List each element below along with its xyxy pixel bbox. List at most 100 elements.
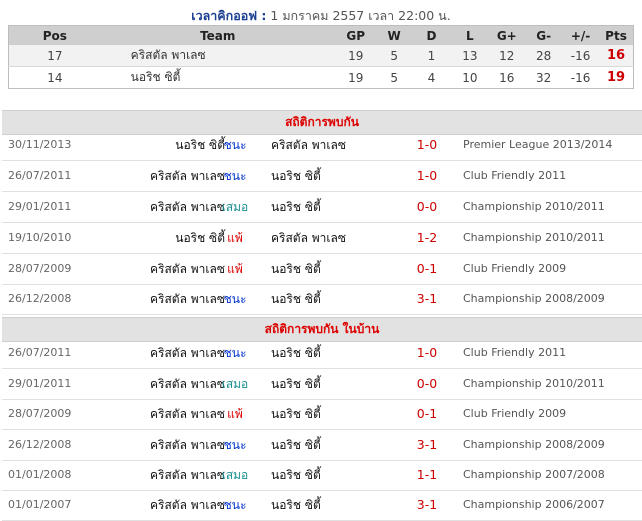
- result-badge: ชนะ: [223, 169, 247, 183]
- match-score: 1-2: [416, 230, 438, 245]
- competition-name: Championship 2007/2008: [463, 468, 605, 481]
- gp-cell: 19: [334, 45, 377, 67]
- away-team: คริสตัล พาเลซ: [271, 138, 347, 152]
- match-score: 1-0: [416, 137, 438, 152]
- header-pos: Pos: [8, 25, 101, 45]
- competition-name: Championship 2010/2011: [463, 377, 605, 390]
- competition-name: Club Friendly 2009: [463, 262, 567, 275]
- team-cell: นอริช ซิตี้: [100, 66, 335, 89]
- l-cell: 13: [451, 45, 489, 67]
- standings-table: Pos Team GP W D L G+ G- +/- Pts 17 คริสต…: [8, 25, 634, 89]
- match-row: 29/01/2011 คริสตัล พาเลซ เสมอ นอริช ซิตี…: [2, 369, 642, 400]
- pts-cell: 19: [599, 66, 634, 89]
- header-gd: +/-: [562, 25, 600, 45]
- d-cell: 1: [411, 45, 452, 67]
- match-score: 3-1: [416, 497, 438, 512]
- match-score: 0-0: [416, 199, 438, 214]
- standings-row: 17 คริสตัล พาเลซ 19 5 1 13 12 28 -16 16: [8, 45, 634, 67]
- kickoff-value: 1 มกราคม 2557 เวลา 22:00 น.: [266, 8, 451, 23]
- match-row: 26/07/2011 คริสตัล พาเลซ ชนะ นอริช ซิตี้…: [2, 338, 642, 369]
- header-gf: G+: [488, 25, 526, 45]
- match-date: 28/07/2009: [8, 407, 72, 420]
- match-row: 19/10/2010 นอริช ซิตี้ แพ้ คริสตัล พาเลซ…: [2, 223, 642, 254]
- result-badge: แพ้: [227, 231, 243, 245]
- pos-cell: 17: [8, 45, 101, 67]
- match-score: 0-1: [416, 406, 438, 421]
- match-date: 01/01/2007: [8, 498, 72, 511]
- match-date: 30/11/2013: [8, 138, 72, 151]
- result-badge: แพ้: [227, 407, 243, 421]
- match-date: 26/07/2011: [8, 169, 72, 182]
- match-row: 26/12/2008 คริสตัล พาเลซ ชนะ นอริช ซิตี้…: [2, 430, 642, 461]
- match-date: 26/12/2008: [8, 292, 72, 305]
- match-date: 01/01/2008: [8, 468, 72, 481]
- d-cell: 4: [411, 66, 452, 89]
- competition-name: Club Friendly 2009: [463, 407, 567, 420]
- match-row: 01/01/2007 คริสตัล พาเลซ ชนะ นอริช ซิตี้…: [2, 490, 642, 521]
- away-team: คริสตัล พาเลซ: [271, 231, 347, 245]
- team-cell: คริสตัล พาเลซ: [100, 45, 335, 67]
- w-cell: 5: [376, 45, 412, 67]
- match-row: 29/01/2011 คริสตัล พาเลซ เสมอ นอริช ซิตี…: [2, 192, 642, 223]
- result-badge: ชนะ: [223, 498, 247, 512]
- standings-row: 14 นอริช ซิตี้ 19 5 4 10 16 32 -16 19: [8, 66, 634, 89]
- match-score: 1-0: [416, 345, 438, 360]
- competition-name: Club Friendly 2011: [463, 346, 567, 359]
- gd-cell: -16: [562, 45, 600, 67]
- competition-name: Championship 2008/2009: [463, 292, 605, 305]
- result-badge: ชนะ: [223, 346, 247, 360]
- kickoff-label: เวลาคิกออฟ :: [191, 8, 267, 23]
- gf-cell: 12: [488, 45, 526, 67]
- ga-cell: 28: [525, 45, 563, 67]
- l-cell: 10: [451, 66, 489, 89]
- match-score: 3-1: [416, 291, 438, 306]
- match-date: 26/07/2011: [8, 346, 72, 359]
- match-date: 29/01/2011: [8, 200, 72, 213]
- competition-name: Championship 2006/2007: [463, 498, 605, 511]
- match-date: 19/10/2010: [8, 231, 72, 244]
- match-row: 28/07/2009 คริสตัล พาเลซ แพ้ นอริช ซิตี้…: [2, 399, 642, 430]
- pos-cell: 14: [8, 66, 101, 89]
- competition-name: Championship 2010/2011: [463, 200, 605, 213]
- match-score: 1-1: [416, 467, 438, 482]
- competition-name: Premier League 2013/2014: [463, 138, 613, 151]
- match-row: 30/11/2013 นอริช ซิตี้ ชนะ คริสตัล พาเลซ…: [2, 130, 642, 161]
- away-team: นอริช ซิตี้: [271, 377, 321, 391]
- match-date: 26/12/2008: [8, 438, 72, 451]
- away-team: นอริช ซิตี้: [271, 438, 321, 452]
- match-row: 28/07/2009 คริสตัล พาเลซ แพ้ นอริช ซิตี้…: [2, 254, 642, 285]
- away-team: นอริช ซิตี้: [271, 292, 321, 306]
- header-team: Team: [100, 25, 335, 45]
- match-score: 3-1: [416, 437, 438, 452]
- competition-name: Championship 2008/2009: [463, 438, 605, 451]
- w-cell: 5: [376, 66, 412, 89]
- match-row: 26/12/2008 คริสตัล พาเลซ ชนะ นอริช ซิตี้…: [2, 284, 642, 315]
- match-date: 28/07/2009: [8, 262, 72, 275]
- away-team: นอริช ซิตี้: [271, 468, 321, 482]
- gd-cell: -16: [562, 66, 600, 89]
- gf-cell: 16: [488, 66, 526, 89]
- header-gp: GP: [334, 25, 377, 45]
- header-d: D: [411, 25, 452, 45]
- header-pts: Pts: [599, 25, 634, 45]
- match-score: 0-0: [416, 376, 438, 391]
- match-score: 1-0: [416, 168, 438, 183]
- gp-cell: 19: [334, 66, 377, 89]
- match-date: 29/01/2011: [8, 377, 72, 390]
- away-team: นอริช ซิตี้: [271, 169, 321, 183]
- match-row: 26/07/2011 คริสตัล พาเลซ ชนะ นอริช ซิตี้…: [2, 161, 642, 192]
- result-badge: เสมอ: [221, 200, 249, 214]
- header-l: L: [451, 25, 489, 45]
- away-team: นอริช ซิตี้: [271, 346, 321, 360]
- standings-header-row: Pos Team GP W D L G+ G- +/- Pts: [8, 25, 634, 45]
- pts-cell: 16: [599, 45, 634, 67]
- header-w: W: [376, 25, 412, 45]
- header-ga: G-: [525, 25, 563, 45]
- away-team: นอริช ซิตี้: [271, 262, 321, 276]
- match-score: 0-1: [416, 261, 438, 276]
- result-badge: เสมอ: [221, 468, 249, 482]
- result-badge: ชนะ: [223, 138, 247, 152]
- away-team: นอริช ซิตี้: [271, 498, 321, 512]
- competition-name: Club Friendly 2011: [463, 169, 567, 182]
- match-row: 01/01/2008 คริสตัล พาเลซ เสมอ นอริช ซิตี…: [2, 460, 642, 491]
